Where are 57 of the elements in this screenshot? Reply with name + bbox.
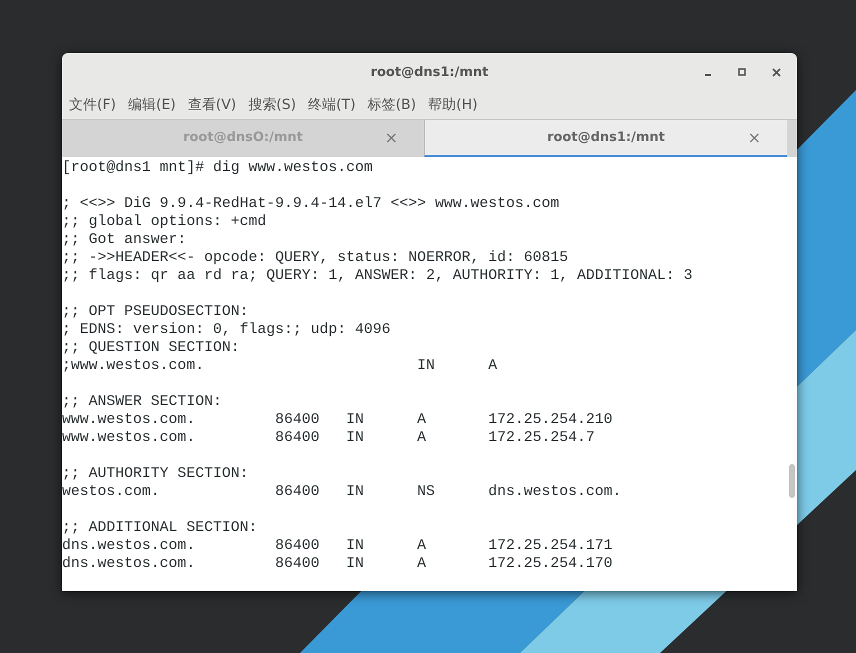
record-field: 86400 <box>275 430 320 446</box>
record-field: A <box>417 430 426 446</box>
record-field: www.westos.com. <box>62 412 196 428</box>
record-field: 86400 <box>275 412 320 428</box>
terminal-line: ; <<>> DiG 9.9.4-RedHat-9.9.4-14.el7 <<>> www.westos.com <box>62 195 560 213</box>
tab-close-button[interactable]: × <box>748 128 761 147</box>
record-field: IN <box>346 556 364 572</box>
maximize-icon <box>738 68 746 76</box>
record-field: dns.westos.com. <box>62 538 196 554</box>
record-field: 86400 <box>275 538 320 554</box>
record-field: 86400 <box>275 556 320 572</box>
window-title: root@dns1:/mnt <box>370 64 488 80</box>
menu-item[interactable]: 查看(V) <box>188 96 236 114</box>
menu-item[interactable]: 标签(B) <box>368 96 416 114</box>
record-field: ;www.westos.com. <box>62 358 204 374</box>
menu-item[interactable]: 终端(T) <box>308 96 356 114</box>
record-field: www.westos.com. <box>62 430 196 446</box>
maximize-button[interactable] <box>736 66 748 78</box>
record-field: A <box>417 538 426 554</box>
record-field: A <box>417 412 426 428</box>
menu-item[interactable]: 文件(F) <box>69 96 116 114</box>
menu-item[interactable]: 编辑(E) <box>128 96 176 114</box>
terminal-line: ;; Got answer: <box>62 231 186 249</box>
record-field: 172.25.254.171 <box>488 538 613 554</box>
record-field: NS <box>417 484 435 500</box>
record-field: 172.25.254.7 <box>488 430 595 446</box>
close-icon <box>772 68 781 76</box>
menu-item[interactable]: 搜索(S) <box>248 96 296 114</box>
tab-label: root@dnsO:/mnt <box>183 130 303 145</box>
record-field: A <box>488 358 498 374</box>
terminal-line: ;; ADDITIONAL SECTION: <box>62 519 258 537</box>
terminal-line: ;; QUESTION SECTION: <box>62 339 240 357</box>
terminal-line: ;; flags: qr aa rd ra; QUERY: 1, ANSWER: 2, AUTHORITY: 1, ADDITIONAL: 3 <box>62 267 692 285</box>
terminal-line: [root@dns1 mnt]# dig www.westos.com <box>62 159 373 177</box>
record-field: IN <box>346 412 364 428</box>
terminal-tab[interactable]: root@dns1:/mnt × <box>424 120 787 157</box>
terminal-line: ;; ANSWER SECTION: <box>62 393 222 411</box>
terminal-line: ;; global options: +cmd <box>62 213 266 231</box>
scrollbar-thumb[interactable] <box>789 464 795 498</box>
terminal-line: ;; AUTHORITY SECTION: <box>62 465 248 483</box>
record-field: IN <box>346 538 364 554</box>
record-field: 172.25.254.170 <box>488 556 613 572</box>
record-field: dns.westos.com. <box>62 556 196 572</box>
record-field: dns.westos.com. <box>488 484 622 500</box>
record-field: IN <box>417 358 435 374</box>
record-field: IN <box>346 430 364 446</box>
record-field: 86400 <box>275 484 320 500</box>
terminal-line: ; EDNS: version: 0, flags:; udp: 4096 <box>62 321 391 339</box>
terminal-line: ;; ->>HEADER<<- opcode: QUERY, status: NOERROR, id: 60815 <box>62 249 568 267</box>
record-field: A <box>417 556 426 572</box>
menu-item[interactable]: 帮助(H) <box>428 96 478 114</box>
record-field: 172.25.254.210 <box>488 412 613 428</box>
record-field: westos.com. <box>62 484 160 500</box>
terminal-line: ;; OPT PSEUDOSECTION: <box>62 303 248 321</box>
record-field: IN <box>346 484 364 500</box>
tab-label: root@dns1:/mnt <box>547 130 665 145</box>
close-button[interactable] <box>770 66 783 78</box>
